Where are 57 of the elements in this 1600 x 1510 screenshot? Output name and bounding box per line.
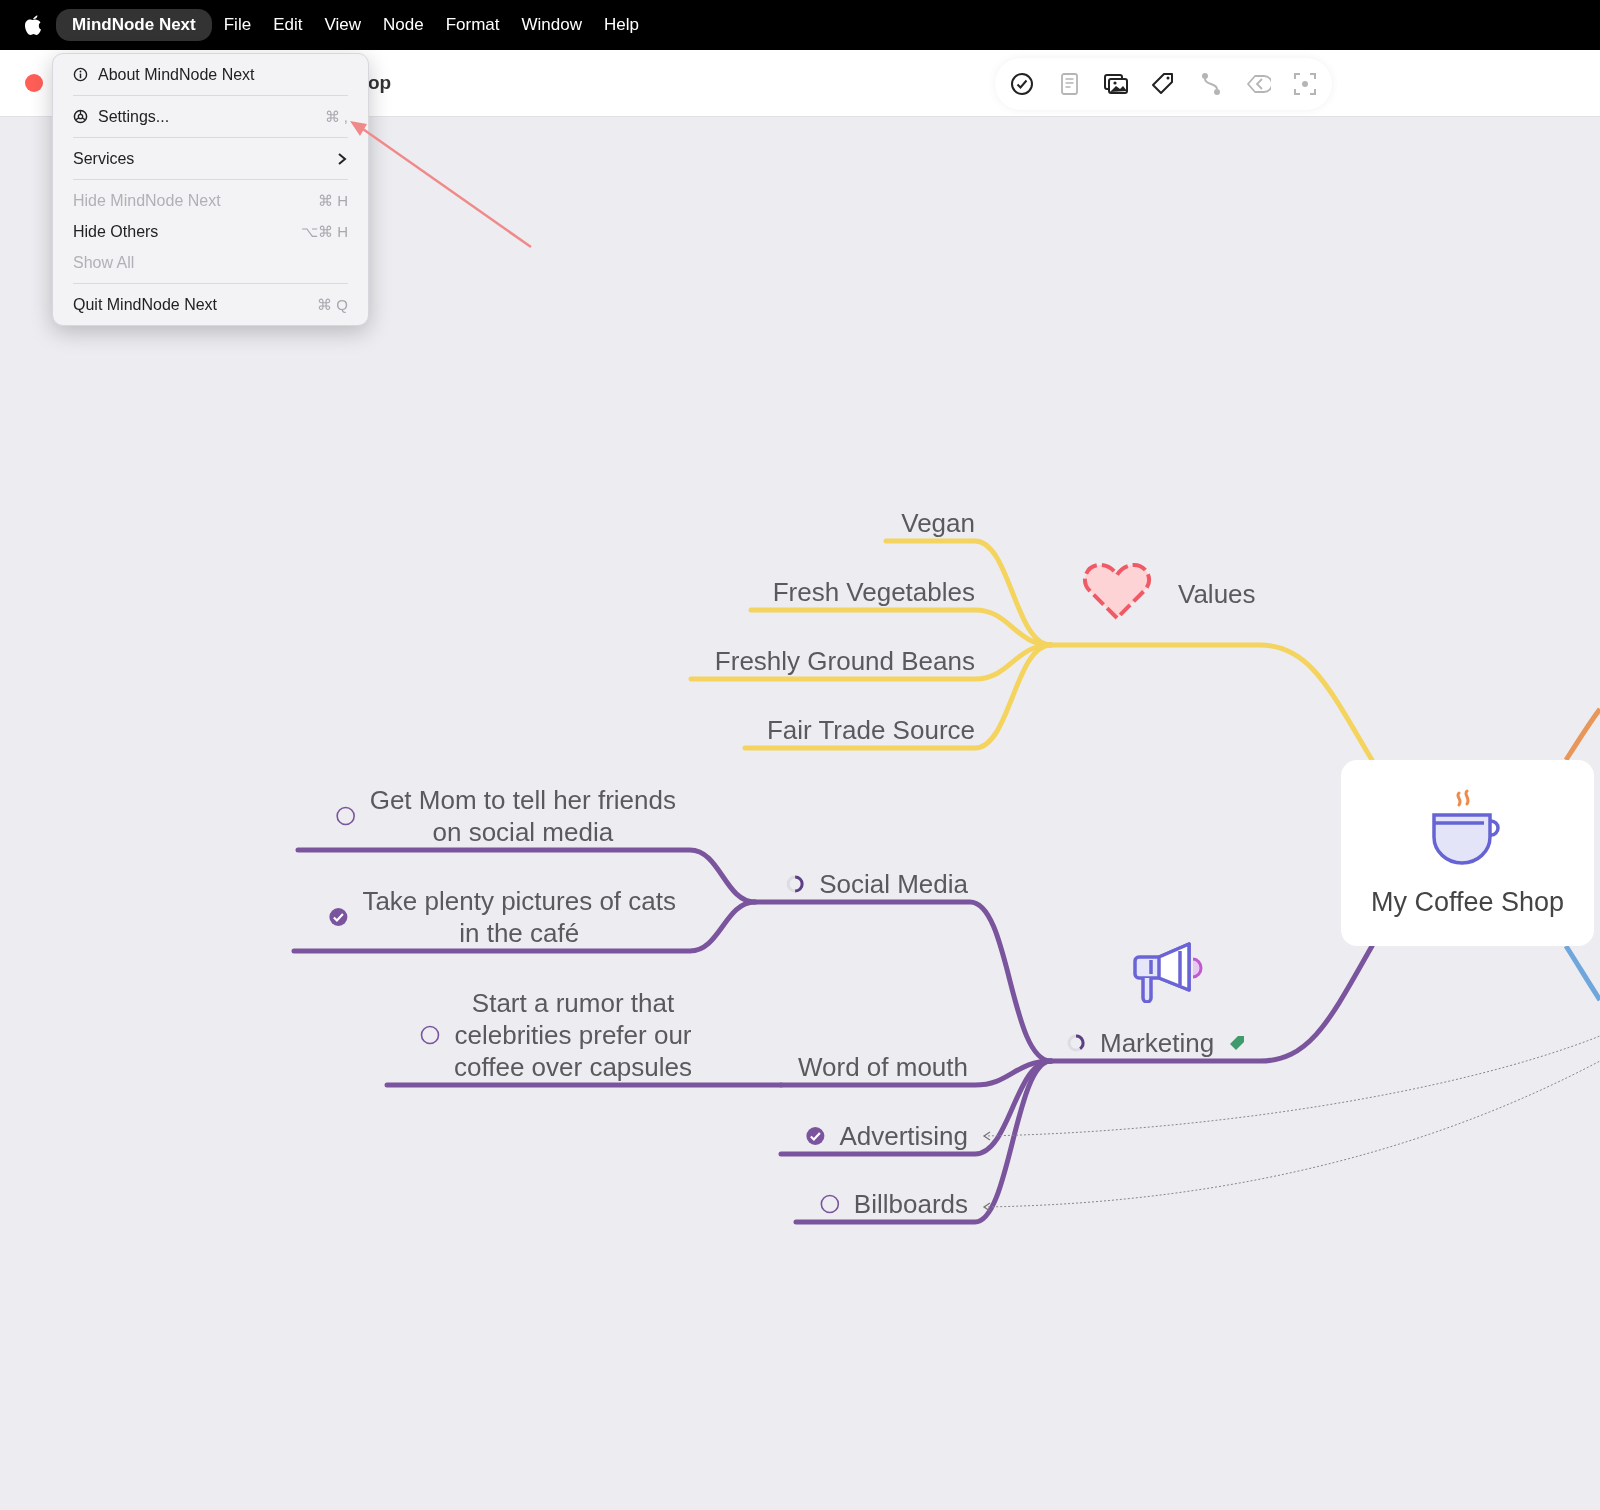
- node-label[interactable]: Fair Trade Source: [766, 714, 975, 746]
- window-title: op: [368, 72, 392, 94]
- branch-line: [1563, 707, 1600, 762]
- node-label[interactable]: Word of mouth: [797, 1051, 968, 1083]
- check-circle-icon: [1009, 71, 1035, 97]
- node-label[interactable]: Billboards: [853, 1188, 968, 1220]
- shortcut: ⌘ ,: [324, 107, 348, 126]
- settings-icon: [73, 109, 88, 124]
- menu-bar-item[interactable]: View: [314, 9, 371, 41]
- close-button[interactable]: [25, 74, 43, 92]
- branch-line: [1563, 944, 1600, 1002]
- menu-bar-item[interactable]: Format: [435, 9, 510, 41]
- menu-item-label: Settings...: [98, 107, 171, 126]
- menu-item[interactable]: Hide Others ⌥⌘ H: [53, 216, 368, 247]
- menu-bar-item[interactable]: File: [213, 9, 262, 41]
- node-label[interactable]: Take plenty pictures of cats in the café: [362, 885, 676, 949]
- apple-icon[interactable]: [22, 13, 44, 37]
- info-icon: [73, 67, 88, 82]
- checkbox[interactable]: [420, 1025, 440, 1045]
- photos-icon: [1103, 71, 1130, 97]
- menu-item[interactable]: Quit MindNode Next ⌘ Q: [53, 289, 368, 320]
- heart-icon: [1082, 561, 1152, 621]
- checked-checkbox[interactable]: [805, 1126, 826, 1146]
- menu-bar-item[interactable]: Node: [373, 9, 434, 41]
- node-label[interactable]: Marketing: [1100, 1027, 1215, 1059]
- menu-bar-item[interactable]: MindNode Next: [56, 9, 212, 41]
- menu-bar-item[interactable]: Edit: [263, 9, 313, 41]
- node-label[interactable]: Social Media: [819, 868, 968, 900]
- menu-item-label: Hide MindNode Next: [73, 191, 222, 210]
- node-label[interactable]: Values: [1178, 578, 1256, 610]
- root-node[interactable]: My Coffee Shop: [1341, 760, 1594, 946]
- menu-bar-item[interactable]: Help: [593, 9, 649, 41]
- menu-item-label: Quit MindNode Next: [73, 295, 219, 314]
- menu-item[interactable]: Services: [53, 143, 368, 174]
- shortcut: ⌘ H: [318, 191, 348, 210]
- node-label[interactable]: Advertising: [839, 1120, 968, 1152]
- menu-item-label: About MindNode Next: [98, 65, 256, 84]
- menu-bar-item[interactable]: Window: [511, 9, 592, 41]
- menu-item-label: Hide Others: [73, 222, 160, 241]
- menu-item-label: Show All: [73, 253, 136, 272]
- menu-item[interactable]: About MindNode Next: [53, 59, 368, 90]
- checkbox[interactable]: [335, 806, 356, 826]
- shortcut: ⌥⌘ H: [301, 222, 348, 241]
- megaphone-icon: [1133, 941, 1203, 1003]
- menu-item-label: Services: [73, 149, 136, 168]
- menu-item[interactable]: Settings... ⌘ ,: [53, 101, 368, 132]
- checked-checkbox[interactable]: [328, 907, 349, 927]
- node-label[interactable]: Fresh Vegetables: [772, 576, 975, 608]
- focus-icon: [1291, 71, 1318, 97]
- chevron-icon: [336, 151, 348, 166]
- node-label[interactable]: Get Mom to tell her friends on social media: [369, 784, 676, 848]
- checkbox[interactable]: [819, 1194, 840, 1214]
- node-label[interactable]: Vegan: [901, 507, 975, 539]
- root-label: My Coffee Shop: [1370, 886, 1565, 918]
- node-label[interactable]: Start a rumor that celebrities prefer our coffee over capsules: [454, 987, 692, 1083]
- shortcut: ⌘ Q: [317, 295, 348, 314]
- node-label[interactable]: Freshly Ground Beans: [714, 645, 975, 677]
